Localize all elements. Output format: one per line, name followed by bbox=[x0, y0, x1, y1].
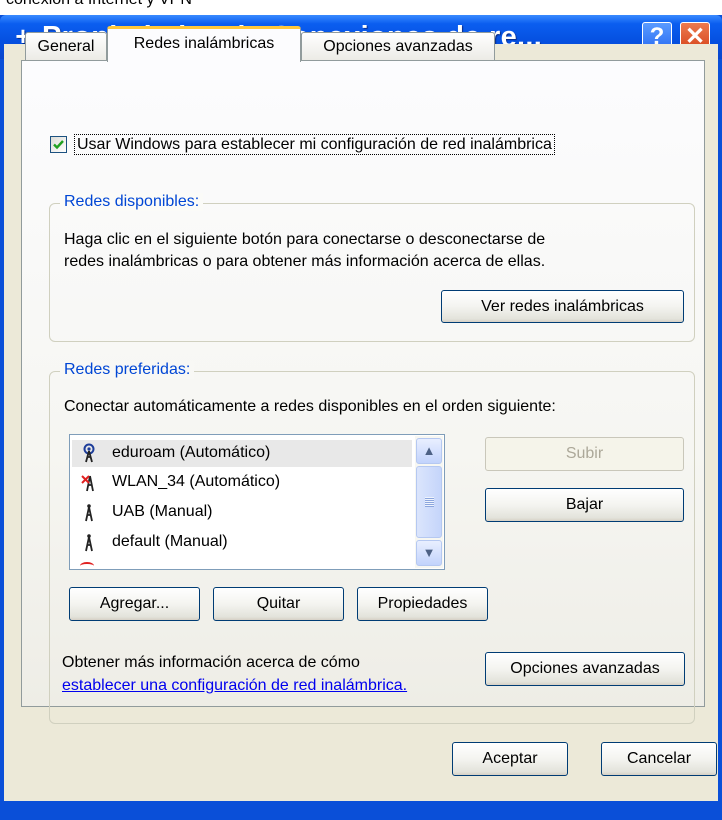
clipped-header-label: conexión a Internet y VPN bbox=[6, 0, 192, 9]
list-item-label: UAB (Manual) bbox=[112, 503, 213, 520]
available-networks-title: Redes disponibles: bbox=[60, 193, 204, 211]
remove-network-button[interactable]: Quitar bbox=[213, 587, 344, 621]
available-networks-description-1: Haga clic en el siguiente botón para con… bbox=[64, 231, 546, 248]
move-up-button[interactable]: Subir bbox=[485, 437, 684, 471]
ok-button[interactable]: Aceptar bbox=[452, 742, 568, 776]
add-network-button[interactable]: Agregar... bbox=[69, 587, 200, 621]
info-text: Obtener más información acerca de cómo bbox=[62, 654, 360, 671]
scroll-up-button[interactable]: ▲ bbox=[416, 438, 442, 464]
network-properties-button[interactable]: Propiedades bbox=[357, 587, 488, 621]
antenna-active-icon bbox=[80, 443, 98, 463]
cancel-button[interactable]: Cancelar bbox=[601, 742, 717, 776]
preferred-networks-title: Redes preferidas: bbox=[60, 361, 195, 379]
configuration-help-link[interactable]: establecer una configuración de red inal… bbox=[62, 675, 407, 697]
list-item-label: default (Manual) bbox=[112, 533, 228, 550]
move-down-button[interactable]: Bajar bbox=[485, 488, 684, 522]
list-item-label: WLAN_34 (Automático) bbox=[112, 473, 281, 490]
grip-icon bbox=[425, 497, 434, 507]
list-item[interactable]: eduroam (Automático) bbox=[72, 440, 412, 467]
tab-general[interactable]: General bbox=[25, 32, 107, 60]
list-item[interactable]: WLAN_34 (Automático) bbox=[72, 469, 412, 496]
list-scrollbar[interactable]: ▲ ▼ bbox=[415, 436, 443, 568]
preferred-networks-list[interactable]: eduroam (Automático) WLAN_34 (Automático… bbox=[69, 434, 445, 570]
checkmark-icon bbox=[53, 140, 64, 150]
scroll-down-button[interactable]: ▼ bbox=[416, 540, 442, 566]
list-item-label: eduroam (Automático) bbox=[112, 444, 271, 461]
list-item[interactable]: UAB (Manual) bbox=[72, 499, 412, 526]
advanced-options-button[interactable]: Opciones avanzadas bbox=[485, 652, 685, 686]
view-wireless-networks-button[interactable]: Ver redes inalámbricas bbox=[441, 290, 684, 323]
tab-advanced-options[interactable]: Opciones avanzadas bbox=[301, 32, 495, 60]
antenna-error-icon bbox=[80, 472, 98, 492]
antenna-icon bbox=[80, 532, 98, 552]
checkbox-label[interactable]: Usar Windows para establecer mi configur… bbox=[74, 134, 555, 155]
checkbox-box[interactable] bbox=[50, 136, 67, 153]
scroll-thumb[interactable] bbox=[416, 466, 442, 538]
preferred-networks-description: Conectar automáticamente a redes disponi… bbox=[64, 398, 556, 415]
antenna-icon bbox=[80, 502, 98, 522]
list-item[interactable]: default (Manual) bbox=[72, 529, 412, 556]
clipped-list-item-icon bbox=[80, 562, 94, 569]
available-networks-description-2: redes inalámbricas o para obtener más in… bbox=[64, 253, 546, 270]
tab-wireless-networks[interactable]: Redes inalámbricas bbox=[107, 26, 301, 62]
